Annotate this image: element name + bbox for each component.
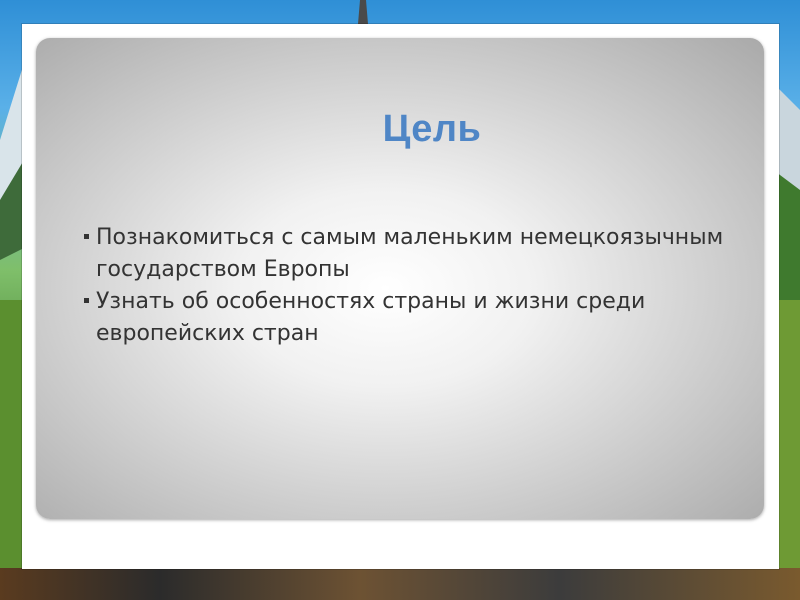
- bullet-item: Узнать об особенностях страны и жизни ср…: [82, 286, 782, 350]
- bullet-text: Познакомиться с самым маленьким немецкоя…: [96, 225, 724, 282]
- content-box: Цель Познакомиться с самым маленьким нем…: [36, 38, 764, 519]
- bullet-text: Узнать об особенностях страны и жизни ср…: [96, 289, 646, 346]
- bullet-item: Познакомиться с самым маленьким немецкоя…: [82, 222, 782, 286]
- background-bottom-strip: [0, 568, 800, 600]
- square-bullet-icon: [84, 234, 89, 239]
- slide-title: Цель: [382, 108, 482, 150]
- square-bullet-icon: [84, 298, 89, 303]
- bullet-list: Познакомиться с самым маленьким немецкоя…: [82, 222, 782, 350]
